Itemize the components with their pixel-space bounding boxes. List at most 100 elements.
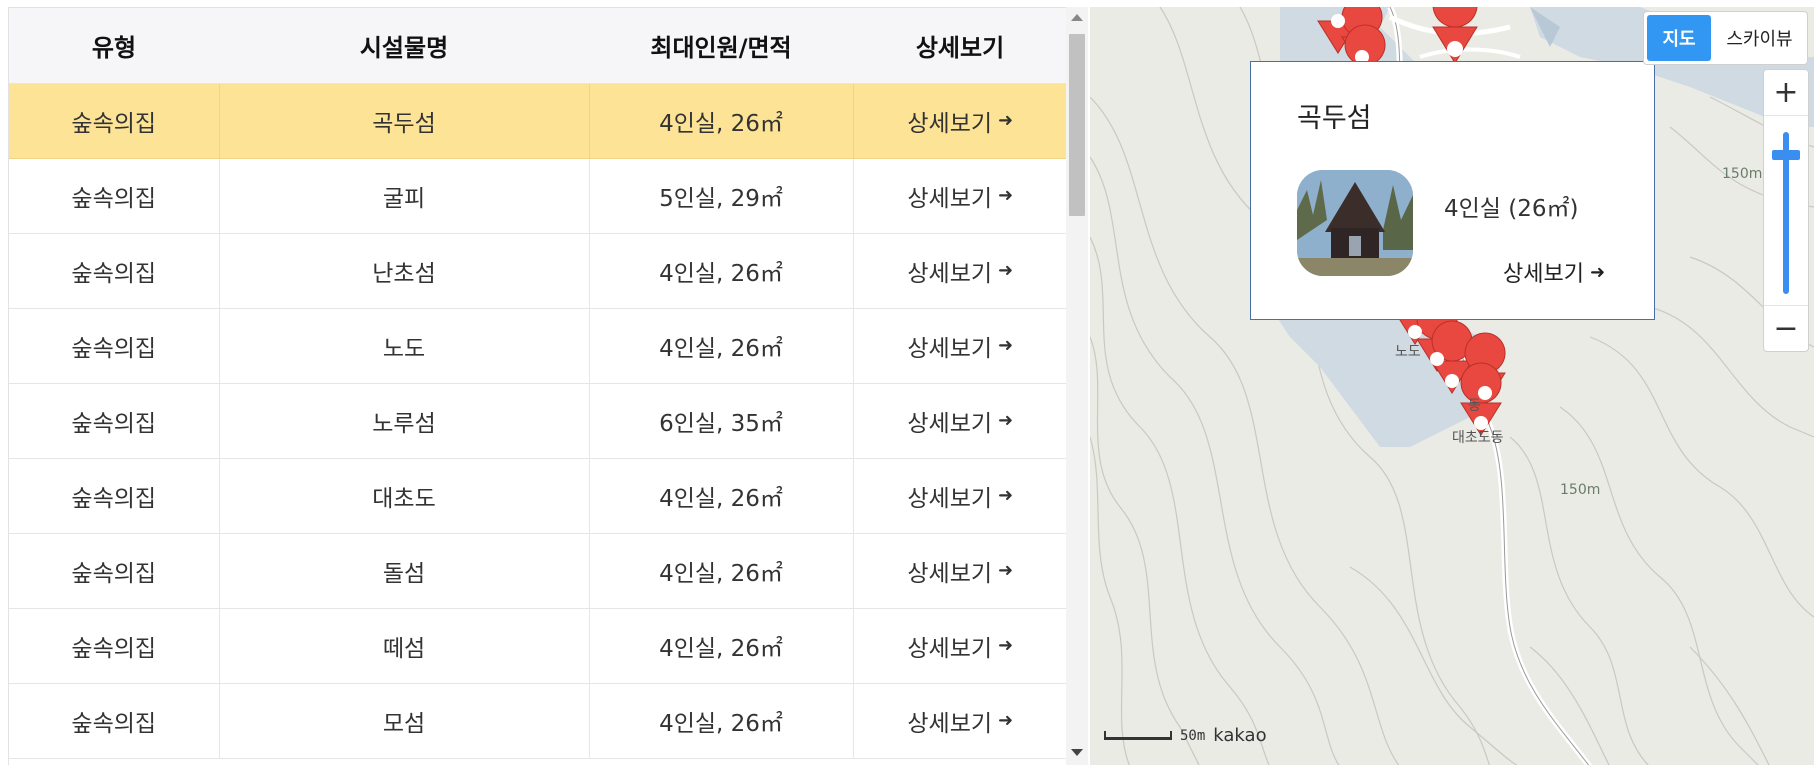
detail-link[interactable]: 상세보기 ➜ — [907, 254, 1013, 288]
cell-capacity: 5인실, 29㎡ — [589, 158, 854, 234]
cell-detail: 상세보기 ➜ — [853, 683, 1066, 759]
cell-type: 숲속의집 — [9, 308, 220, 384]
detail-label: 상세보기 — [907, 185, 993, 212]
header-capacity: 최대인원/면적 — [589, 8, 853, 84]
detail-link[interactable]: 상세보기 ➜ — [907, 629, 1013, 663]
cell-detail: 상세보기 ➜ — [853, 308, 1066, 384]
map-brand-logo: kakao — [1213, 725, 1267, 746]
detail-label: 상세보기 — [907, 485, 993, 512]
detail-label: 상세보기 — [907, 335, 993, 362]
zoom-in-button[interactable]: + — [1764, 70, 1808, 116]
table-row[interactable]: 숲속의집 곡두섬 4인실, 26㎡ 상세보기 ➜ — [9, 83, 1066, 159]
table-row[interactable]: 숲속의집 모섬 4인실, 26㎡ 상세보기 ➜ — [9, 683, 1066, 759]
table-row[interactable]: 숲속의집 노루섬 6인실, 35㎡ 상세보기 ➜ — [9, 383, 1066, 459]
cell-capacity: 4인실, 26㎡ — [589, 308, 854, 384]
arrow-right-icon: ➜ — [998, 560, 1014, 581]
info-title: 곡두섬 — [1297, 103, 1372, 134]
detail-label: 상세보기 — [907, 410, 993, 437]
cell-capacity: 4인실, 26㎡ — [589, 683, 854, 759]
scale-bar — [1104, 731, 1172, 740]
detail-label: 상세보기 — [907, 560, 993, 587]
cell-detail: 상세보기 ➜ — [853, 233, 1066, 309]
cell-type: 숲속의집 — [9, 383, 220, 459]
cell-name: 곡두섬 — [219, 83, 590, 159]
table-row[interactable]: 숲속의집 노도 4인실, 26㎡ 상세보기 ➜ — [9, 308, 1066, 384]
cell-detail: 상세보기 ➜ — [853, 158, 1066, 234]
table-row[interactable]: 숲속의집 떼섬 4인실, 26㎡ 상세보기 ➜ — [9, 608, 1066, 684]
detail-link[interactable]: 상세보기 ➜ — [907, 704, 1013, 738]
table-row[interactable]: 숲속의집 대초도 4인실, 26㎡ 상세보기 ➜ — [9, 458, 1066, 534]
detail-label: 상세보기 — [907, 260, 993, 287]
cell-capacity: 4인실, 26㎡ — [589, 83, 854, 159]
cell-detail: 상세보기 ➜ — [853, 533, 1066, 609]
cell-detail: 상세보기 ➜ — [853, 83, 1066, 159]
map-type-map-button[interactable]: 지도 — [1647, 15, 1711, 61]
cell-detail: 상세보기 ➜ — [853, 458, 1066, 534]
detail-link[interactable]: 상세보기 ➜ — [907, 329, 1013, 363]
detail-link[interactable]: 상세보기 ➜ — [907, 404, 1013, 438]
cell-type: 숲속의집 — [9, 233, 220, 309]
cell-name: 모섬 — [219, 683, 590, 759]
detail-link[interactable]: 상세보기 ➜ — [907, 104, 1013, 138]
arrow-right-icon: ➜ — [998, 635, 1014, 656]
info-detail-link[interactable]: 상세보기 ➜ — [1503, 256, 1605, 288]
cell-name: 떼섬 — [219, 608, 590, 684]
map-view[interactable]: 150m 150m 노도 대초도동 동 곡두섬 4인실 (26㎡) 상세보기 ➜… — [1090, 7, 1814, 765]
table-header-row: 유형 시설물명 최대인원/면적 상세보기 — [9, 8, 1066, 84]
table-row[interactable]: 숲속의집 난초섬 4인실, 26㎡ 상세보기 ➜ — [9, 233, 1066, 309]
detail-label: 상세보기 — [907, 710, 993, 737]
cell-detail: 상세보기 ➜ — [853, 608, 1066, 684]
contour-label: 150m — [1722, 166, 1763, 182]
cell-capacity: 4인실, 26㎡ — [589, 458, 854, 534]
table-row[interactable]: 숲속의집 굴피 5인실, 29㎡ 상세보기 ➜ — [9, 158, 1066, 234]
map-scale: 50m kakao — [1104, 725, 1267, 746]
cell-name: 대초도 — [219, 458, 590, 534]
detail-link[interactable]: 상세보기 ➜ — [907, 479, 1013, 513]
cell-type: 숲속의집 — [9, 158, 220, 234]
cell-name: 돌섬 — [219, 533, 590, 609]
map-type-skyview-button[interactable]: 스카이뷰 — [1715, 15, 1804, 61]
cell-name: 노루섬 — [219, 383, 590, 459]
cell-capacity: 4인실, 26㎡ — [589, 233, 854, 309]
cell-name: 굴피 — [219, 158, 590, 234]
cabin-photo — [1297, 170, 1413, 276]
arrow-right-icon: ➜ — [998, 710, 1014, 731]
cell-type: 숲속의집 — [9, 458, 220, 534]
detail-link[interactable]: 상세보기 ➜ — [907, 179, 1013, 213]
place-label: 대초도동 — [1452, 430, 1504, 446]
map-type-switch: 지도 스카이뷰 — [1643, 11, 1808, 65]
detail-label: 상세보기 — [907, 635, 993, 662]
arrow-right-icon: ➜ — [998, 335, 1014, 356]
header-detail: 상세보기 — [853, 8, 1066, 84]
arrow-right-icon: ➜ — [998, 410, 1014, 431]
cell-type: 숲속의집 — [9, 533, 220, 609]
zoom-out-button[interactable]: − — [1764, 305, 1808, 351]
detail-label: 상세보기 — [907, 110, 993, 137]
arrow-right-icon: ➜ — [998, 185, 1014, 206]
cell-type: 숲속의집 — [9, 83, 220, 159]
table-scrollbar[interactable] — [1066, 7, 1088, 765]
cell-type: 숲속의집 — [9, 608, 220, 684]
cell-name: 노도 — [219, 308, 590, 384]
scroll-up-arrow-icon[interactable] — [1071, 14, 1083, 21]
facility-table: 유형 시설물명 최대인원/면적 상세보기 숲속의집 곡두섬 4인실, 26㎡ 상… — [9, 8, 1066, 759]
header-type: 유형 — [9, 8, 219, 84]
arrow-right-icon: ➜ — [998, 260, 1014, 281]
place-label: 동 — [1468, 398, 1481, 414]
cell-detail: 상세보기 ➜ — [853, 383, 1066, 459]
detail-link[interactable]: 상세보기 ➜ — [907, 554, 1013, 588]
info-capacity: 4인실 (26㎡) — [1444, 196, 1579, 222]
table-row[interactable]: 숲속의집 돌섬 4인실, 26㎡ 상세보기 ➜ — [9, 533, 1066, 609]
info-detail-label: 상세보기 — [1503, 262, 1584, 287]
zoom-slider-handle[interactable] — [1772, 150, 1800, 160]
place-label: 노도 — [1395, 344, 1421, 360]
scroll-thumb[interactable] — [1069, 34, 1085, 216]
cell-type: 숲속의집 — [9, 683, 220, 759]
facility-info-window: 곡두섬 4인실 (26㎡) 상세보기 ➜ — [1250, 61, 1655, 320]
scale-distance: 50m — [1180, 727, 1206, 744]
scroll-down-arrow-icon[interactable] — [1071, 749, 1083, 756]
cell-capacity: 4인실, 26㎡ — [589, 533, 854, 609]
zoom-control: + − — [1763, 69, 1809, 352]
cabin-photo-illustration — [1297, 170, 1413, 276]
facility-table-panel: 유형 시설물명 최대인원/면적 상세보기 숲속의집 곡두섬 4인실, 26㎡ 상… — [8, 7, 1066, 765]
